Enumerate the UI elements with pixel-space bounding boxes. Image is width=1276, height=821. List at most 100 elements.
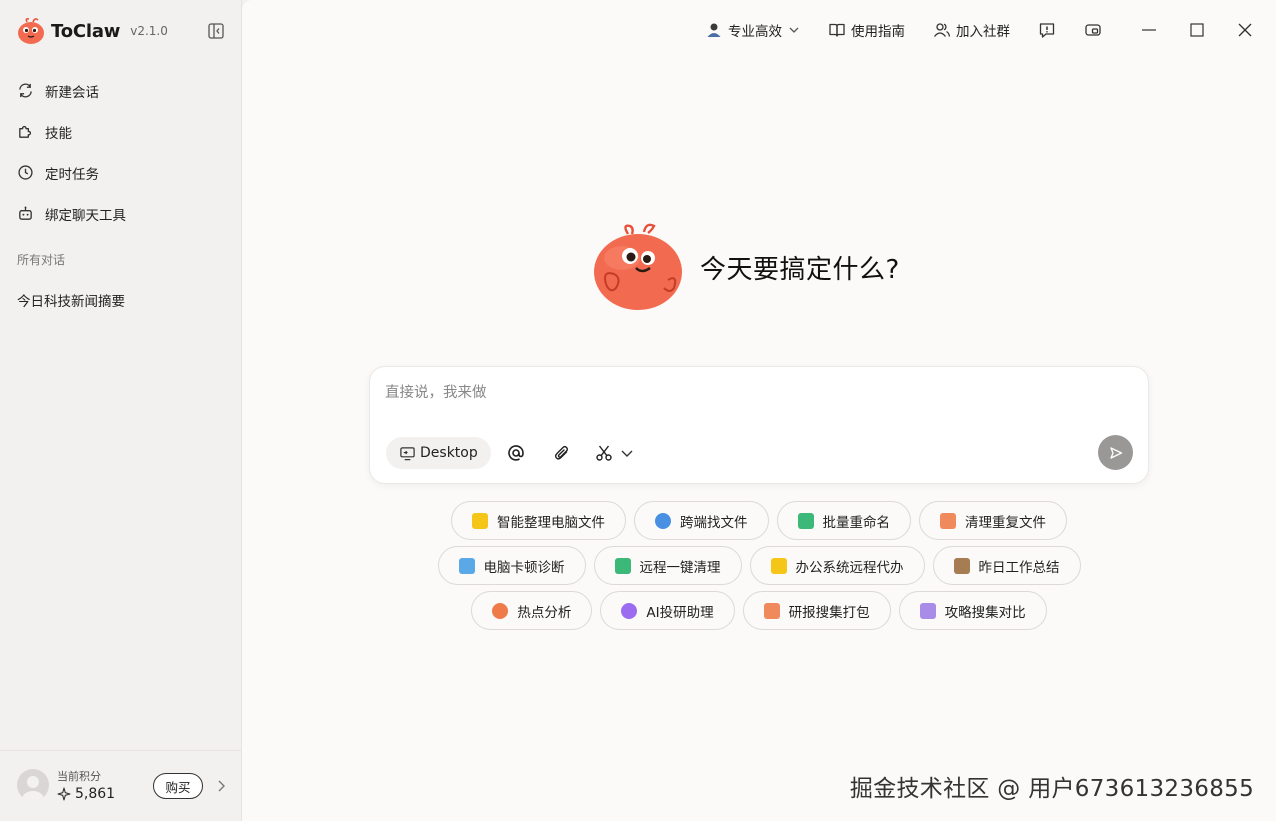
suggestion-chip[interactable]: 跨端找文件	[634, 501, 769, 540]
oa-icon	[770, 557, 787, 574]
chevron-down-icon	[789, 27, 799, 33]
summary-icon	[953, 557, 970, 574]
prompt-input[interactable]	[385, 381, 1125, 405]
sidebar-item-skills[interactable]: 技能	[0, 111, 242, 152]
all-conversations-heading: 所有对话	[17, 253, 66, 267]
sidebar-item-label: 绑定聊天工具	[45, 207, 126, 224]
new-chat-icon	[19, 83, 32, 98]
suggestion-label: 研报搜集打包	[788, 604, 870, 621]
sidebar-item-scheduled-tasks[interactable]: 定时任务	[0, 152, 242, 193]
sparkle-icon	[57, 787, 71, 801]
user-mode-icon	[707, 23, 721, 37]
main-panel: 专业高效 使用指南 加入社群 今天要搞定什么? 直接说，我来做 Desktop …	[242, 0, 1276, 821]
suggestion-chip[interactable]: 昨日工作总结	[932, 546, 1081, 585]
suggestion-label: 攻略搜集对比	[944, 604, 1026, 621]
feedback-button[interactable]	[1038, 21, 1056, 39]
suggestion-row: 电脑卡顿诊断 远程一键清理 办公系统远程代办 昨日工作总结	[242, 546, 1276, 585]
desktop-label: Desktop	[420, 445, 478, 461]
toclaw-logo-icon	[18, 18, 44, 44]
compare-icon	[919, 602, 936, 619]
minimize-button[interactable]	[1140, 21, 1158, 39]
suggestion-label: 批量重命名	[822, 514, 891, 531]
mode-label: 专业高效	[728, 24, 782, 40]
maximize-button[interactable]	[1188, 21, 1206, 39]
sidebar-item-new-chat[interactable]: 新建会话	[0, 70, 242, 111]
community-label: 加入社群	[956, 24, 1010, 40]
mini-window-button[interactable]	[1084, 21, 1102, 39]
workspace-selector[interactable]: Desktop	[386, 437, 491, 469]
suggestion-label: 清理重复文件	[965, 514, 1046, 531]
bot-icon	[19, 206, 32, 220]
guide-label: 使用指南	[851, 24, 905, 40]
search-icon	[655, 512, 671, 529]
hero: 今天要搞定什么?	[592, 222, 900, 312]
suggestion-chip[interactable]: 热点分析	[471, 591, 593, 630]
avatar[interactable]	[17, 769, 49, 801]
minimize-icon	[1142, 29, 1156, 31]
broom-icon	[614, 557, 631, 574]
puzzle-icon	[19, 125, 32, 138]
t-icon	[797, 512, 814, 529]
join-community-button[interactable]: 加入社群	[933, 20, 1010, 40]
conversation-item[interactable]: 今日科技新闻摘要	[17, 290, 125, 310]
mode-selector[interactable]: 专业高效	[705, 20, 800, 40]
suggestion-chip[interactable]: 智能整理电脑文件	[451, 501, 626, 540]
sidebar: ToClaw v2.1.0 新建会话 技能 定时任务 绑定聊天工具 所有对话 今…	[0, 0, 242, 821]
suggestion-label: 智能整理电脑文件	[497, 514, 605, 531]
clock-icon	[18, 165, 33, 180]
monitor-icon	[458, 557, 475, 574]
sidebar-footer: 当前积分 5,861 购买	[0, 750, 242, 821]
sidebar-item-label: 新建会话	[45, 84, 99, 101]
suggestion-chip[interactable]: 清理重复文件	[919, 501, 1067, 540]
app-version: v2.1.0	[130, 24, 168, 38]
sidebar-item-bind-chat-tools[interactable]: 绑定聊天工具	[0, 193, 242, 234]
close-icon	[1238, 23, 1252, 37]
suggestion-label: AI投研助理	[646, 604, 714, 621]
buy-button[interactable]: 购买	[153, 773, 203, 799]
points-number: 5,861	[75, 786, 116, 802]
clean-icon	[940, 512, 956, 529]
chevron-right-icon[interactable]	[215, 779, 227, 793]
suggestion-row: 智能整理电脑文件 跨端找文件 批量重命名 清理重复文件	[242, 501, 1276, 540]
suggestion-chip[interactable]: 攻略搜集对比	[898, 591, 1047, 630]
suggestion-chip[interactable]: 远程一键清理	[593, 546, 742, 585]
scissors-icon[interactable]	[594, 443, 614, 463]
book-icon	[829, 23, 845, 37]
package-icon	[763, 602, 780, 619]
watermark: 掘金技术社区 @ 用户673613236855	[849, 776, 1254, 802]
collapse-sidebar-icon[interactable]	[207, 22, 225, 40]
suggestion-label: 电脑卡顿诊断	[483, 559, 565, 576]
ai-icon	[621, 602, 638, 619]
mascot-icon	[594, 223, 682, 310]
attachment-icon[interactable]	[552, 443, 572, 463]
maximize-icon	[1190, 23, 1204, 37]
user-guide-button[interactable]: 使用指南	[828, 20, 905, 40]
suggestion-chip[interactable]: 电脑卡顿诊断	[437, 546, 586, 585]
users-icon	[933, 23, 951, 37]
mention-icon[interactable]	[506, 443, 526, 463]
chevron-down-icon[interactable]	[620, 443, 634, 463]
suggestion-label: 热点分析	[517, 604, 572, 621]
app-name: ToClaw	[51, 20, 121, 42]
send-button[interactable]	[1098, 435, 1133, 470]
sidebar-item-label: 技能	[45, 125, 72, 142]
desktop-icon	[400, 446, 415, 460]
suggestion-chip[interactable]: 研报搜集打包	[742, 591, 891, 630]
user-avatar-icon	[22, 776, 44, 801]
suggestion-row: 热点分析 AI投研助理 研报搜集打包 攻略搜集对比	[242, 591, 1276, 630]
suggestion-chip[interactable]: 办公系统远程代办	[749, 546, 925, 585]
send-icon	[1109, 446, 1122, 459]
hero-title: 今天要搞定什么?	[700, 254, 900, 285]
suggestion-chip[interactable]: 批量重命名	[776, 501, 911, 540]
sidebar-nav: 新建会话 技能 定时任务 绑定聊天工具	[0, 70, 242, 234]
close-button[interactable]	[1236, 21, 1254, 39]
feedback-icon	[1039, 23, 1055, 38]
suggestion-label: 远程一键清理	[639, 559, 721, 576]
mini-window-icon	[1085, 24, 1101, 36]
suggestion-chip[interactable]: AI投研助理	[600, 591, 735, 630]
suggestion-label: 跨端找文件	[680, 514, 748, 531]
top-toolbar: 专业高效 使用指南 加入社群	[705, 0, 1276, 60]
brand: ToClaw v2.1.0	[16, 16, 168, 46]
composer: Desktop	[369, 366, 1149, 484]
points-value: 5,861	[57, 786, 115, 802]
